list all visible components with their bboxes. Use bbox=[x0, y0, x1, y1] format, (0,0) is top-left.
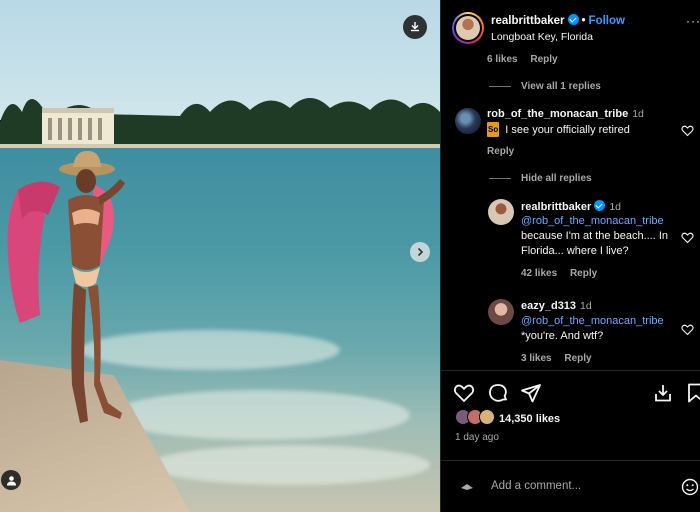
comment-header: rob_of_the_monacan_tribe 1d bbox=[487, 108, 644, 120]
comment-meta: Reply bbox=[487, 146, 524, 157]
hide-replies-button[interactable]: Hide all replies bbox=[489, 173, 602, 184]
more-options-button[interactable]: ··· bbox=[686, 14, 700, 28]
download-icon bbox=[411, 22, 419, 32]
reply-mention[interactable]: @rob_of_the_monacan_tribe bbox=[521, 215, 664, 227]
comment-text: So I see your officially retired bbox=[487, 122, 630, 138]
liker-avatar bbox=[479, 409, 495, 425]
reply-username[interactable]: realbrittbaker bbox=[521, 201, 591, 213]
reply-body: because I'm at the beach.... In Florida.… bbox=[521, 230, 669, 257]
send-icon[interactable] bbox=[520, 382, 542, 404]
post-header: realbrittbaker • Follow Longboat Key, Flor… bbox=[441, 0, 700, 52]
post-image[interactable] bbox=[0, 0, 440, 512]
wave-foam bbox=[110, 390, 410, 440]
reply-text: @rob_of_the_monacan_tribe *you're. And w… bbox=[521, 314, 671, 344]
bookmark-icon[interactable] bbox=[685, 382, 700, 404]
author-line: realbrittbaker • Follow bbox=[491, 14, 625, 27]
comment-meta: 6 likes Reply bbox=[487, 54, 568, 65]
reply-button[interactable]: Reply bbox=[487, 146, 514, 157]
reply-like-heart-icon[interactable] bbox=[681, 323, 694, 336]
reply-mention[interactable]: @rob_of_the_monacan_tribe bbox=[521, 315, 664, 327]
reply-likes[interactable]: 3 likes bbox=[521, 353, 552, 364]
reply-button[interactable]: Reply bbox=[570, 268, 597, 279]
chevron-right-icon bbox=[417, 247, 424, 257]
author-avatar[interactable] bbox=[452, 12, 484, 44]
comment-icon[interactable] bbox=[487, 382, 509, 404]
download-button[interactable] bbox=[403, 15, 427, 39]
hide-replies-label: Hide all replies bbox=[521, 173, 592, 184]
comment-like-heart-icon[interactable] bbox=[681, 124, 694, 137]
comment-likes[interactable]: 6 likes bbox=[487, 54, 518, 65]
reply-header: realbrittbaker 1d bbox=[521, 200, 621, 213]
comment-body: I see your officially retired bbox=[502, 124, 630, 136]
post-location[interactable]: Longboat Key, Florida bbox=[491, 31, 593, 43]
shoreline-trees bbox=[0, 98, 440, 152]
replies-divider-line bbox=[489, 85, 511, 87]
woman-figure bbox=[7, 150, 125, 423]
replies-divider-line bbox=[489, 177, 511, 179]
add-comment-input[interactable]: Add a comment... bbox=[491, 480, 581, 492]
post-actions: 14,350 likes 1 day ago Add a comment... bbox=[441, 370, 700, 512]
reply-text: @rob_of_the_monacan_tribe because I'm at… bbox=[521, 214, 671, 259]
reply-body: *you're. And wtf? bbox=[521, 330, 604, 342]
reply-time[interactable]: 1d bbox=[609, 201, 621, 213]
commenter-avatar[interactable] bbox=[455, 108, 481, 134]
reply-like-heart-icon[interactable] bbox=[681, 231, 694, 244]
wave-foam bbox=[150, 445, 430, 485]
reply-time[interactable]: 1d bbox=[580, 300, 592, 312]
separator-dot: • bbox=[581, 15, 586, 27]
comment-time[interactable]: 1d bbox=[632, 108, 644, 120]
reply-likes[interactable]: 42 likes bbox=[521, 268, 557, 279]
verified-badge-icon bbox=[594, 200, 606, 211]
heart-icon[interactable] bbox=[453, 382, 475, 404]
emoji-so-icon: So bbox=[487, 122, 500, 137]
reply-button[interactable]: Reply bbox=[530, 54, 557, 65]
author-username[interactable]: realbrittbaker bbox=[491, 15, 565, 27]
reply-avatar[interactable] bbox=[488, 199, 514, 225]
reply-button[interactable]: Reply bbox=[564, 353, 591, 364]
post-sidebar: realbrittbaker • Follow Longboat Key, Flor… bbox=[440, 0, 700, 512]
likes-count[interactable]: 14,350 likes bbox=[499, 413, 560, 425]
add-comment-row: Add a comment... bbox=[441, 460, 700, 512]
smiley-icon[interactable] bbox=[681, 478, 699, 496]
view-replies-button[interactable]: View all 1 replies bbox=[489, 81, 611, 92]
reply-meta: 3 likes Reply bbox=[521, 353, 602, 364]
repost-download-icon[interactable] bbox=[652, 382, 674, 404]
verified-badge-icon bbox=[567, 14, 579, 25]
reply-username[interactable]: eazy_d313 bbox=[521, 300, 576, 312]
post-timestamp[interactable]: 1 day ago bbox=[455, 432, 499, 443]
reply-header: eazy_d313 1d bbox=[521, 300, 592, 312]
reply-avatar[interactable] bbox=[488, 299, 514, 325]
next-image-button[interactable] bbox=[410, 242, 430, 262]
comment-username[interactable]: rob_of_the_monacan_tribe bbox=[487, 108, 628, 120]
reply-meta: 42 likes Reply bbox=[521, 268, 607, 279]
tagged-users-button[interactable] bbox=[1, 470, 21, 490]
user-icon bbox=[6, 475, 16, 485]
view-replies-label: View all 1 replies bbox=[521, 81, 601, 92]
follow-button[interactable]: Follow bbox=[589, 15, 625, 27]
profile-thumb-icon bbox=[461, 484, 473, 490]
